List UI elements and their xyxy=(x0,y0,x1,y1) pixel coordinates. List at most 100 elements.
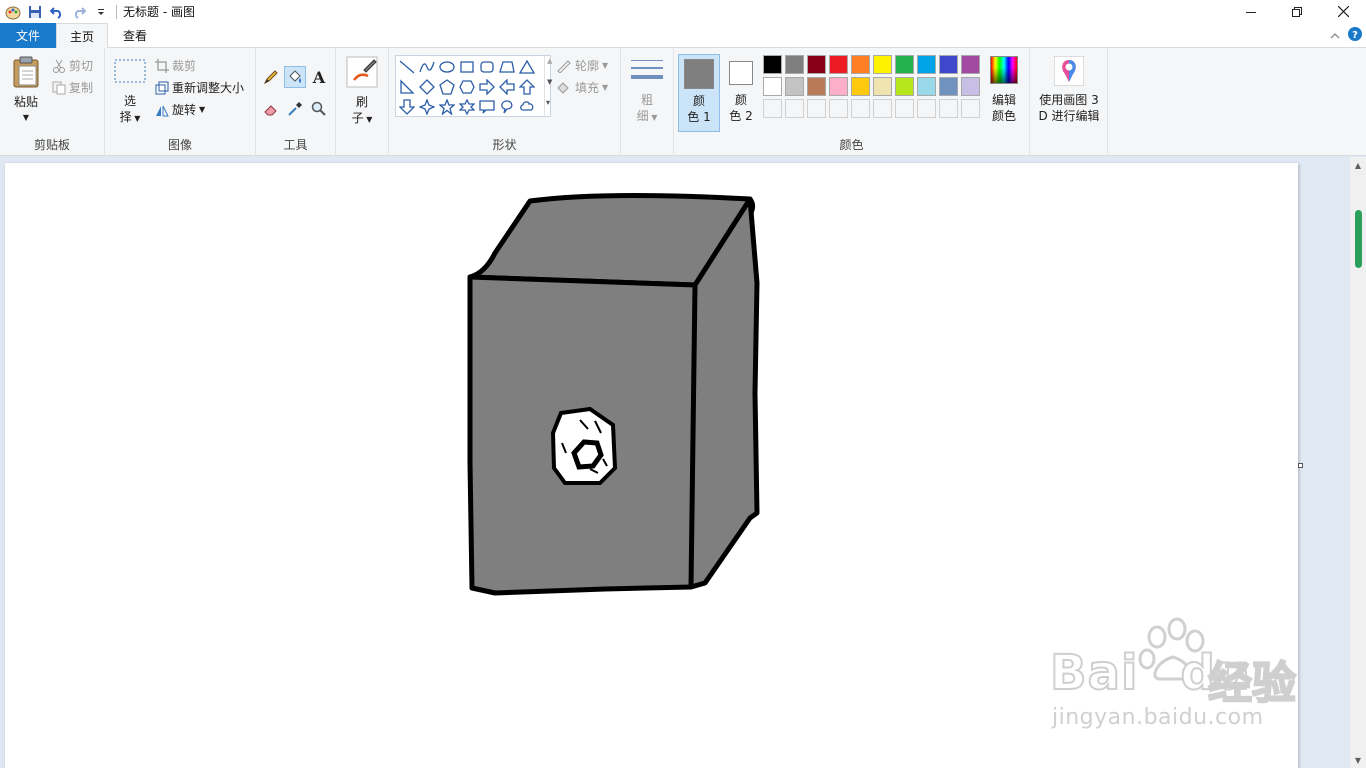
drawing-canvas[interactable]: Bai du 经验 jingyan.baidu.com xyxy=(5,163,1303,768)
resize-button[interactable]: 重新调整大小 xyxy=(155,79,244,96)
palette-color-swatch[interactable] xyxy=(917,55,936,74)
minimize-button[interactable] xyxy=(1228,0,1274,23)
select-button[interactable]: 选 择 ▼ xyxy=(111,54,149,126)
palette-custom-slot[interactable] xyxy=(807,99,826,118)
chevron-down-icon: ▼ xyxy=(131,114,141,123)
palette-color-swatch[interactable] xyxy=(939,55,958,74)
color1-selector[interactable]: 颜 色 1 xyxy=(678,54,720,132)
palette-color-swatch[interactable] xyxy=(851,77,870,96)
close-button[interactable] xyxy=(1320,0,1366,23)
cut-button[interactable]: 剪切 xyxy=(52,57,93,74)
customize-toolbar-icon[interactable] xyxy=(90,1,112,23)
pencil-tool[interactable] xyxy=(260,66,282,88)
clipboard-group: 粘贴 ▼ 剪切 复制 剪贴板 xyxy=(0,48,105,156)
palette-color-swatch[interactable] xyxy=(785,55,804,74)
palette-color-swatch[interactable] xyxy=(829,77,848,96)
collapse-ribbon-icon[interactable] xyxy=(1330,29,1340,43)
shapes-gallery-scroll[interactable]: ▲ ▼ ▾ xyxy=(544,56,556,116)
right-triangle-shape-icon[interactable] xyxy=(397,77,417,97)
outline-button[interactable]: 轮廓 ▼ xyxy=(556,57,608,74)
scroll-down-icon[interactable]: ▼ xyxy=(547,78,552,86)
palette-color-swatch[interactable] xyxy=(785,77,804,96)
palette-custom-slot[interactable] xyxy=(785,99,804,118)
palette-color-swatch[interactable] xyxy=(763,77,782,96)
palette-custom-slot[interactable] xyxy=(939,99,958,118)
vertical-scrollbar[interactable]: ▲ ▼ xyxy=(1350,157,1366,768)
ribbon-tabs: 文件 主页 查看 ? xyxy=(0,23,1366,49)
paste-button[interactable]: 粘贴 ▼ xyxy=(6,54,46,124)
rounded-rectangle-shape-icon[interactable] xyxy=(477,57,497,77)
triangle-shape-icon[interactable] xyxy=(517,57,537,77)
palette-color-swatch[interactable] xyxy=(917,77,936,96)
maximize-button[interactable] xyxy=(1274,0,1320,23)
palette-color-swatch[interactable] xyxy=(961,77,980,96)
image-group: 选 择 ▼ 裁剪 重新调整大小 旋转 ▼ 图像 xyxy=(105,48,256,156)
scroll-down-arrow-icon[interactable]: ▼ xyxy=(1350,752,1366,768)
fill-tool[interactable] xyxy=(284,66,306,88)
palette-color-swatch[interactable] xyxy=(807,77,826,96)
hexagon-shape-icon[interactable] xyxy=(457,77,477,97)
oval-callout-shape-icon[interactable] xyxy=(497,97,517,117)
crop-button[interactable]: 裁剪 xyxy=(155,57,196,74)
palette-color-swatch[interactable] xyxy=(939,77,958,96)
edit-with-paint3d-button[interactable]: 使用画图 3 D 进行编辑 xyxy=(1032,56,1106,128)
palette-color-swatch[interactable] xyxy=(763,55,782,74)
scroll-up-arrow-icon[interactable]: ▲ xyxy=(1350,157,1366,173)
save-icon[interactable] xyxy=(24,1,46,23)
tab-view[interactable]: 查看 xyxy=(110,23,160,48)
expand-gallery-icon[interactable]: ▾ xyxy=(546,98,550,107)
polygon-shape-icon[interactable] xyxy=(497,57,517,77)
up-arrow-shape-icon[interactable] xyxy=(517,77,537,97)
line-shape-icon[interactable] xyxy=(397,57,417,77)
redo-icon[interactable] xyxy=(68,1,90,23)
color-picker-tool[interactable] xyxy=(284,98,306,120)
down-arrow-shape-icon[interactable] xyxy=(397,97,417,117)
four-point-star-shape-icon[interactable] xyxy=(417,97,437,117)
scrollbar-thumb[interactable] xyxy=(1355,210,1362,268)
shapes-group-label: 形状 xyxy=(492,138,517,152)
palette-color-swatch[interactable] xyxy=(895,55,914,74)
pentagon-shape-icon[interactable] xyxy=(437,77,457,97)
right-arrow-shape-icon[interactable] xyxy=(477,77,497,97)
rectangle-shape-icon[interactable] xyxy=(457,57,477,77)
palette-custom-slot[interactable] xyxy=(917,99,936,118)
text-tool[interactable]: A xyxy=(308,66,330,88)
canvas-resize-handle[interactable] xyxy=(1298,463,1303,468)
rect-callout-shape-icon[interactable] xyxy=(477,97,497,117)
left-arrow-shape-icon[interactable] xyxy=(497,77,517,97)
palette-custom-slot[interactable] xyxy=(763,99,782,118)
palette-color-swatch[interactable] xyxy=(851,55,870,74)
palette-custom-slot[interactable] xyxy=(829,99,848,118)
palette-color-swatch[interactable] xyxy=(873,55,892,74)
magnifier-tool[interactable] xyxy=(308,98,330,120)
rotate-button[interactable]: 旋转 ▼ xyxy=(155,101,205,118)
palette-color-swatch[interactable] xyxy=(829,55,848,74)
palette-color-swatch[interactable] xyxy=(873,77,892,96)
palette-custom-slot[interactable] xyxy=(895,99,914,118)
oval-shape-icon[interactable] xyxy=(437,57,457,77)
help-icon[interactable]: ? xyxy=(1348,27,1362,44)
palette-color-swatch[interactable] xyxy=(807,55,826,74)
edit-colors-button[interactable]: 编辑 颜色 xyxy=(986,56,1022,128)
cloud-callout-shape-icon[interactable] xyxy=(517,97,537,117)
brushes-button[interactable]: 刷 子 ▼ xyxy=(342,54,382,126)
palette-color-swatch[interactable] xyxy=(895,77,914,96)
palette-color-swatch[interactable] xyxy=(961,55,980,74)
paint-app-icon[interactable] xyxy=(2,1,24,23)
diamond-shape-icon[interactable] xyxy=(417,77,437,97)
palette-custom-slot[interactable] xyxy=(961,99,980,118)
curve-shape-icon[interactable] xyxy=(417,57,437,77)
five-point-star-shape-icon[interactable] xyxy=(437,97,457,117)
palette-custom-slot[interactable] xyxy=(851,99,870,118)
copy-button[interactable]: 复制 xyxy=(52,79,93,96)
color2-selector[interactable]: 颜 色 2 xyxy=(720,54,762,132)
eraser-tool[interactable] xyxy=(260,98,282,120)
tab-file[interactable]: 文件 xyxy=(0,23,56,48)
undo-icon[interactable] xyxy=(46,1,68,23)
tab-home[interactable]: 主页 xyxy=(56,23,108,49)
fill-button[interactable]: 填充 ▼ xyxy=(556,79,608,96)
size-button[interactable]: 粗 细 ▼ xyxy=(627,54,667,126)
six-point-star-shape-icon[interactable] xyxy=(457,97,477,117)
palette-custom-slot[interactable] xyxy=(873,99,892,118)
scroll-up-icon[interactable]: ▲ xyxy=(547,57,552,65)
